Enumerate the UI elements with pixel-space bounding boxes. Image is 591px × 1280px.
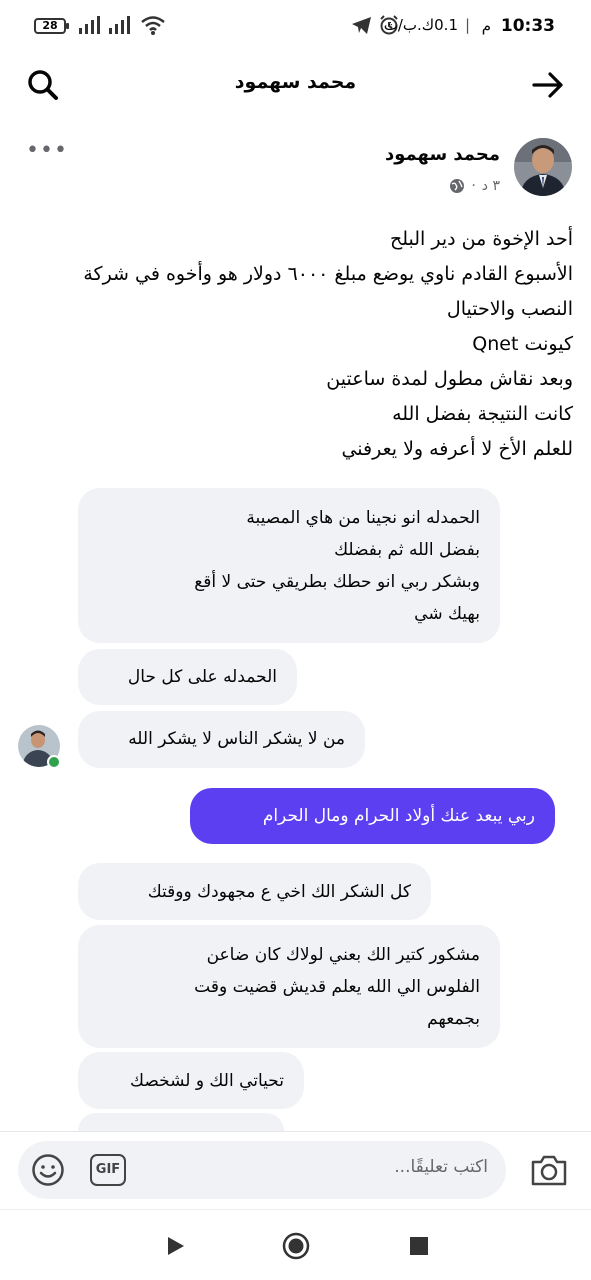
comment-line: تحياتي الك و لشخصك	[130, 1071, 284, 1091]
comment-bubble[interactable]: من لا يشكر الناس لا يشكر الله	[78, 711, 365, 768]
comment-bubble[interactable]: مشكور كتير الك بعني لولاك كان ضاعن الفلو…	[78, 925, 500, 1048]
comment-line: من لا يشكر الناس لا يشكر الله	[128, 729, 345, 749]
system-nav-bar	[0, 1210, 591, 1280]
globe-icon	[450, 179, 465, 193]
comment-bubble[interactable]: الحمدله انو نجينا من هاي المصيبة بفضل ال…	[78, 488, 500, 643]
post-line: وبعد نقاش مطول لمدة ساعتين	[326, 368, 573, 390]
telegram-icon	[352, 17, 371, 34]
comment-bubble[interactable]: ربي يبعد عنك أولاد الحرام ومال الحرام	[190, 788, 555, 844]
comment-line: مشكور كتير الك بعني لولاك كان ضاعن	[206, 945, 480, 965]
author-avatar-image	[514, 138, 572, 196]
recents-square-icon[interactable]	[408, 1235, 430, 1257]
post-line: للعلم الأخ لا أعرفه ولا يعرفني	[341, 438, 573, 460]
network-speed: 0.1ك.ب/ث	[383, 16, 458, 34]
more-options-button[interactable]: •••	[26, 138, 68, 163]
home-circle-icon[interactable]	[282, 1232, 310, 1260]
post-meta: ٣ د ·	[449, 178, 500, 194]
header: محمد سهمود	[0, 56, 591, 112]
status-ampm: م	[481, 17, 491, 35]
comment-bubble[interactable]: تحياتي الك و لشخصك	[78, 1052, 304, 1109]
post-time: ٣ د	[481, 178, 500, 194]
comment-line: كل الشكر الك اخي ع مجهودك ووقتك	[147, 882, 411, 902]
camera-icon[interactable]	[529, 1152, 569, 1188]
comment-line: الحمدله انو نجينا من هاي المصيبة	[246, 508, 480, 528]
meta-dot: ·	[471, 178, 476, 194]
comment-line: بهيك شي	[414, 604, 480, 624]
signal-icon	[109, 16, 130, 34]
post-line: كيونت Qnet	[472, 333, 573, 355]
battery-icon: 28	[34, 18, 69, 34]
online-status-dot	[47, 755, 61, 769]
avatar[interactable]	[514, 138, 572, 196]
comment-line: ربي يبعد عنك أولاد الحرام ومال الحرام	[262, 806, 535, 826]
composer-divider	[0, 1131, 591, 1132]
comment-bubble[interactable]: الحمدله على كل حال	[78, 649, 297, 705]
comment-line: وبشكر ربي انو حطك بطريقي حتى لا أقع	[194, 572, 480, 592]
status-separator: |	[464, 16, 470, 34]
wifi-icon	[141, 16, 165, 35]
comment-input-placeholder[interactable]: اكتب تعليقًا...	[394, 1157, 488, 1177]
arrow-right-icon[interactable]	[529, 66, 567, 104]
back-triangle-icon[interactable]	[163, 1234, 187, 1258]
comment-line: الحمدله على كل حال	[127, 667, 277, 687]
comment-composer[interactable]: GIF اكتب تعليقًا...	[18, 1141, 506, 1199]
post-header: ••• محمد سهمود ٣ د ·	[0, 130, 591, 210]
gif-button[interactable]: GIF	[90, 1154, 126, 1186]
comment-bubble-partial[interactable]	[78, 1113, 284, 1131]
post-line: النصب والاحتيال	[446, 298, 573, 320]
smiley-icon[interactable]	[30, 1152, 66, 1188]
status-time: 10:33	[500, 16, 555, 36]
status-bar: 28 0.1ك.ب/ث | م 10:33	[0, 0, 591, 56]
comment-line: بجمعهم	[427, 1009, 480, 1029]
post-body: أحد الإخوة من دير البلح الأسبوع القادم ن…	[13, 222, 573, 467]
post-author[interactable]: محمد سهمود	[385, 144, 500, 165]
comment-line: بفضل الله ثم بفضلك	[334, 540, 480, 560]
post-line: أحد الإخوة من دير البلح	[389, 228, 573, 250]
post-line: كانت النتيجة بفضل الله	[392, 403, 573, 425]
comment-line: الفلوس الي الله يعلم قديش قضيت وقت	[194, 977, 480, 997]
page-title: محمد سهمود	[234, 71, 357, 93]
comment-bubble[interactable]: كل الشكر الك اخي ع مجهودك ووقتك	[78, 863, 431, 920]
signal-icon	[79, 16, 100, 34]
post-line: الأسبوع القادم ناوي يوضع مبلغ ٦٠٠٠ دولار…	[83, 263, 573, 285]
